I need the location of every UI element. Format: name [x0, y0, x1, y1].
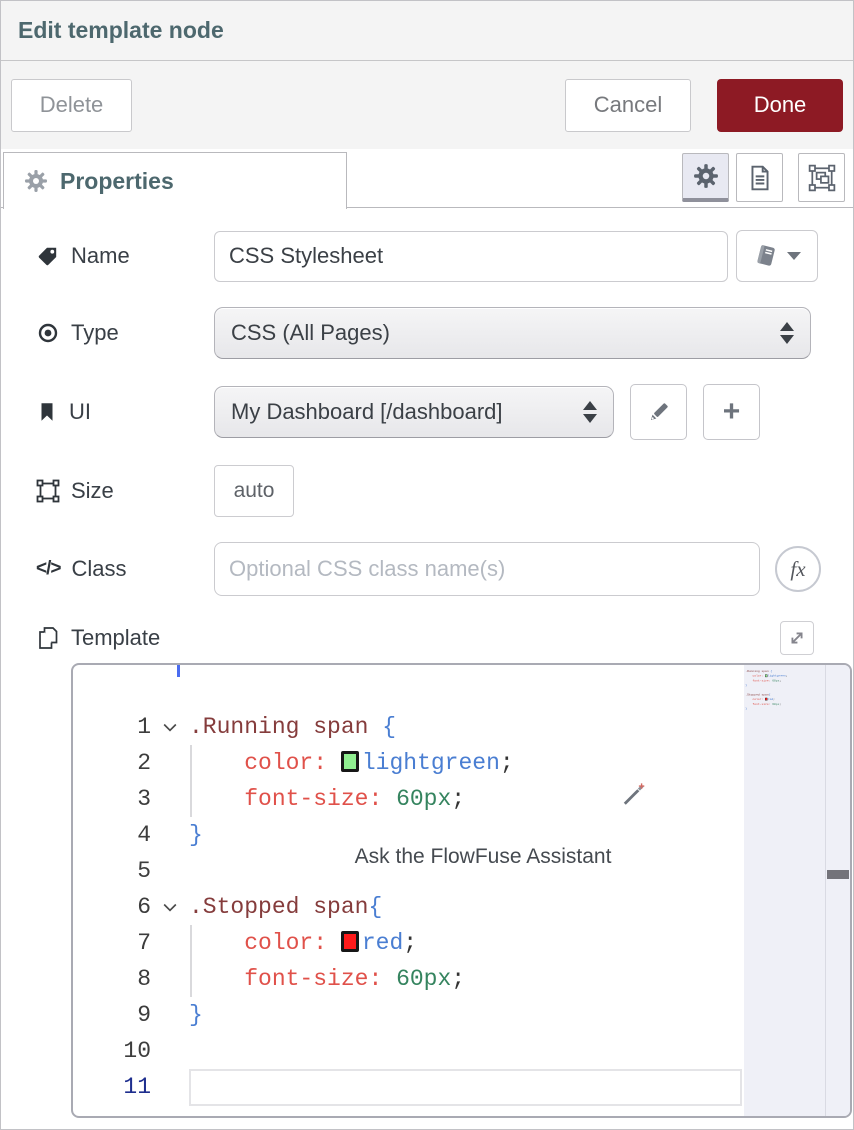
book-icon — [753, 243, 779, 269]
template-row: Template — [36, 621, 853, 655]
done-button[interactable]: Done — [717, 79, 843, 132]
ui-label: UI — [36, 399, 214, 425]
name-label: Name — [36, 243, 214, 269]
size-label: Size — [36, 478, 214, 504]
dot-circle-icon — [36, 321, 60, 345]
delete-button[interactable]: Delete — [11, 79, 132, 132]
edit-ui-button[interactable] — [630, 384, 687, 440]
library-button[interactable] — [736, 230, 818, 282]
tab-button-description[interactable] — [736, 153, 783, 202]
cancel-button[interactable]: Cancel — [565, 79, 691, 132]
class-row: </> Class fx — [36, 542, 853, 596]
dialog-header: Edit template node — [1, 1, 853, 61]
type-row: Type CSS (All Pages) — [36, 307, 853, 359]
fx-button[interactable]: fx — [775, 546, 821, 592]
tab-bar: Properties — [1, 149, 853, 208]
page-title: Edit template node — [18, 17, 224, 44]
size-handles-icon — [36, 479, 60, 503]
ui-row: UI My Dashboard [/dashboard] — [36, 384, 853, 440]
properties-form: Name — [1, 208, 853, 1118]
gear-icon — [24, 169, 48, 193]
document-icon — [747, 164, 773, 192]
edit-template-node-dialog: Edit template node Delete Cancel Done — [0, 0, 854, 1130]
assistant-hint-row[interactable]: Ask the FlowFuse Assistant — [73, 673, 744, 709]
code-icon: </> — [36, 558, 60, 580]
ui-select[interactable]: My Dashboard [/dashboard] — [214, 386, 614, 438]
bookmark-icon — [36, 400, 58, 424]
editor-cursor — [177, 665, 180, 677]
editor-main[interactable]: Ask the FlowFuse Assistant 1.Running spa… — [73, 665, 744, 1116]
editor-minimap[interactable]: .Running span { color: lightgreen; font-… — [744, 665, 826, 1116]
class-input[interactable] — [214, 542, 760, 596]
size-row: Size auto — [36, 465, 853, 517]
gear-icon — [693, 163, 719, 189]
plus-icon: + — [723, 397, 741, 427]
add-ui-button[interactable]: + — [703, 384, 760, 440]
minimap-content: .Running span { color: lightgreen; font-… — [744, 665, 755, 720]
tab-properties[interactable]: Properties — [3, 152, 347, 209]
editor-scrollbar-thumb[interactable] — [827, 870, 849, 879]
class-label: </> Class — [36, 556, 214, 582]
name-row: Name — [36, 230, 853, 282]
fx-icon: fx — [790, 557, 805, 582]
expand-editor-button[interactable] — [780, 621, 814, 655]
type-select[interactable]: CSS (All Pages) — [214, 307, 811, 359]
copy-icon — [36, 625, 60, 651]
expand-icon — [787, 628, 807, 648]
tab-button-properties[interactable] — [682, 153, 729, 202]
template-code-editor[interactable]: Ask the FlowFuse Assistant 1.Running spa… — [71, 663, 852, 1118]
name-input[interactable] — [214, 231, 728, 282]
pencil-icon — [646, 399, 672, 425]
tab-button-appearance[interactable] — [798, 153, 845, 202]
select-arrows-icon — [583, 401, 597, 423]
size-auto-button[interactable]: auto — [214, 465, 294, 517]
template-label: Template — [36, 625, 214, 651]
appearance-icon — [808, 164, 836, 192]
editor-scrollbar[interactable] — [826, 665, 850, 1116]
tag-icon — [36, 244, 60, 268]
type-label: Type — [36, 320, 214, 346]
caret-down-icon — [787, 252, 801, 260]
tab-properties-label: Properties — [60, 168, 174, 195]
dialog-button-bar: Delete Cancel Done — [1, 61, 853, 149]
editor-lines[interactable]: 1.Running span {2 color: lightgreen;3 fo… — [73, 709, 744, 1105]
select-arrows-icon — [780, 322, 794, 344]
